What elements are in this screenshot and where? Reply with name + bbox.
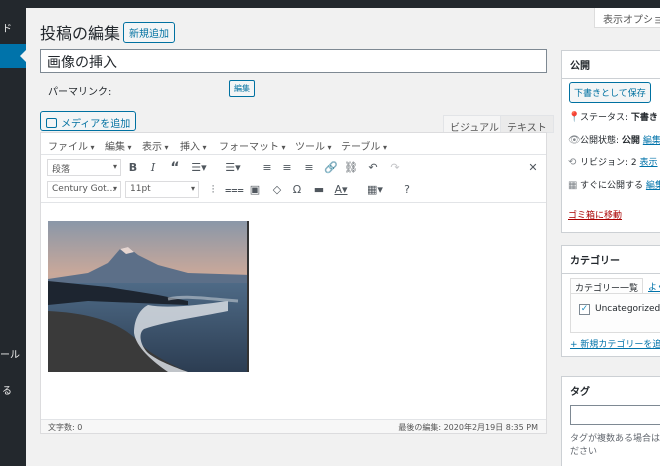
save-draft-button[interactable]: 下書きとして保存: [569, 82, 651, 103]
pin-icon: 📍: [568, 112, 581, 123]
move-to-trash-link[interactable]: ゴミ箱に移動: [568, 208, 622, 221]
tags-box-title[interactable]: タグ: [562, 377, 660, 404]
menu-format[interactable]: フォーマット: [219, 138, 286, 153]
visibility-edit-link[interactable]: 編集: [643, 136, 660, 146]
last-edited: 最後の編集: 2020年2月19日 8:35 PM: [398, 423, 538, 432]
menu-insert[interactable]: 挿入: [180, 138, 207, 153]
media-icon: [46, 118, 57, 128]
blockquote-icon[interactable]: “: [167, 160, 183, 176]
editor-menubar: ファイル 編集 表示 挿入 フォーマット ツール テーブル: [41, 133, 546, 155]
help-icon[interactable]: ?: [399, 182, 415, 198]
admin-bar: [0, 0, 660, 8]
revisions-icon: ⟲: [568, 157, 577, 168]
category-box: カテゴリー カテゴリー一覧 よく使うもの ✓ Uncategorized + 新…: [561, 245, 660, 357]
inserted-image[interactable]: [48, 221, 249, 372]
format-select[interactable]: 段落: [47, 159, 121, 176]
redo-icon[interactable]: ↷: [387, 160, 403, 176]
editor-toolbar-1: 段落 B I “ ☰▾ ☰▾ ≡ ≡ ≡ 🔗 ⛓ ↶ ↷ ✕: [41, 157, 546, 179]
font-size-select[interactable]: 11pt: [125, 181, 199, 198]
word-count: 文字数: 0: [48, 423, 83, 432]
page-title: 投稿の編集: [40, 24, 121, 43]
tab-most-used[interactable]: よく使うもの: [648, 280, 660, 293]
category-label: Uncategorized: [595, 304, 660, 314]
sidebar-item-posts-active[interactable]: [0, 44, 26, 68]
tag-input[interactable]: [570, 405, 660, 425]
category-list: ✓ Uncategorized: [570, 293, 660, 333]
edit-slug-button[interactable]: 編集: [229, 80, 255, 97]
add-media-label: メディアを追加: [61, 119, 131, 130]
mountain-coast-image: [48, 221, 247, 372]
tab-visual[interactable]: ビジュアル: [443, 115, 506, 134]
permalink-label: パーマリンク:: [48, 87, 112, 98]
menu-view[interactable]: 表示: [142, 138, 169, 153]
bullet-list-icon[interactable]: ☰▾: [191, 160, 207, 176]
active-indicator: [20, 50, 26, 62]
screen-options-button[interactable]: 表示オプション: [594, 8, 660, 28]
unlink-icon[interactable]: ⛓: [343, 160, 359, 176]
sidebar-item-dashboard[interactable]: ド: [2, 20, 12, 35]
publish-box: 公開 下書きとして保存 📍ステータス: 下書き 👁公開状態: 公開 編集 ⟲ リビ…: [561, 50, 660, 233]
post-visibility: 👁公開状態: 公開 編集: [568, 135, 660, 146]
bold-icon[interactable]: B: [125, 160, 141, 176]
fullscreen-icon[interactable]: ✕: [525, 160, 541, 176]
calendar-icon: ▦: [568, 180, 578, 191]
editor: ファイル 編集 表示 挿入 フォーマット ツール テーブル 段落 B I “ ☰…: [40, 132, 547, 434]
numbered-list-icon[interactable]: ☰▾: [225, 160, 241, 176]
add-new-category-link[interactable]: + 新規カテゴリーを追加: [570, 337, 660, 350]
sidebar-item-tools[interactable]: ール: [0, 346, 20, 361]
menu-tools[interactable]: ツール: [295, 138, 332, 153]
post-title-input[interactable]: 画像の挿入: [40, 49, 547, 73]
schedule-edit-link[interactable]: 編集: [646, 181, 660, 191]
align-center-icon[interactable]: ≡: [279, 160, 295, 176]
sidebar-item-collapse[interactable]: る: [2, 382, 12, 397]
admin-sidebar: ド ール る: [0, 0, 26, 466]
paste-text-icon[interactable]: ▣: [247, 182, 263, 198]
italic-icon[interactable]: I: [145, 160, 161, 176]
clear-format-icon[interactable]: ◇: [269, 182, 285, 198]
post-schedule: ▦すぐに公開する 編集: [568, 178, 660, 191]
text-color-icon[interactable]: A▾: [333, 182, 349, 198]
special-char-icon[interactable]: Ω: [289, 182, 305, 198]
revisions-link[interactable]: 表示: [640, 158, 658, 168]
outdent-icon[interactable]: ▬: [311, 182, 327, 198]
menu-table[interactable]: テーブル: [341, 138, 387, 153]
tab-text[interactable]: テキスト: [500, 115, 554, 134]
category-box-title[interactable]: カテゴリー: [562, 246, 660, 274]
align-left-icon[interactable]: ≡: [259, 160, 275, 176]
editor-toolbar-2: Century Got... 11pt ⫶ ⩶ ▣ ◇ Ω ▬ A▾ ▦▾ ?: [41, 179, 546, 203]
link-icon[interactable]: 🔗: [323, 160, 339, 176]
menu-edit[interactable]: 編集: [105, 138, 132, 153]
add-new-button[interactable]: 新規追加: [123, 22, 175, 43]
post-status: 📍ステータス: 下書き: [568, 112, 658, 123]
menu-file[interactable]: ファイル: [48, 138, 95, 153]
add-media-button[interactable]: メディアを追加: [40, 111, 137, 131]
font-family-select[interactable]: Century Got...: [47, 181, 121, 198]
tag-hint: タグが複数ある場合はコンマで区切ってく ださい: [570, 434, 660, 457]
align-right-icon[interactable]: ≡: [301, 160, 317, 176]
undo-icon[interactable]: ↶: [365, 160, 381, 176]
table-icon[interactable]: ▦▾: [367, 182, 383, 198]
tags-box: タグ タグが複数ある場合はコンマで区切ってく ださい: [561, 376, 660, 466]
editor-statusbar: 文字数: 0 最後の編集: 2020年2月19日 8:35 PM: [41, 419, 546, 433]
publish-box-title[interactable]: 公開: [562, 51, 660, 79]
horizontal-line-icon[interactable]: ⩶: [225, 182, 244, 198]
post-revisions: ⟲ リビジョン: 2 表示: [568, 157, 658, 168]
strikethrough-icon[interactable]: ⫶: [205, 182, 221, 198]
uncategorized-checkbox[interactable]: ✓: [579, 304, 590, 315]
eye-icon: 👁: [568, 135, 581, 146]
